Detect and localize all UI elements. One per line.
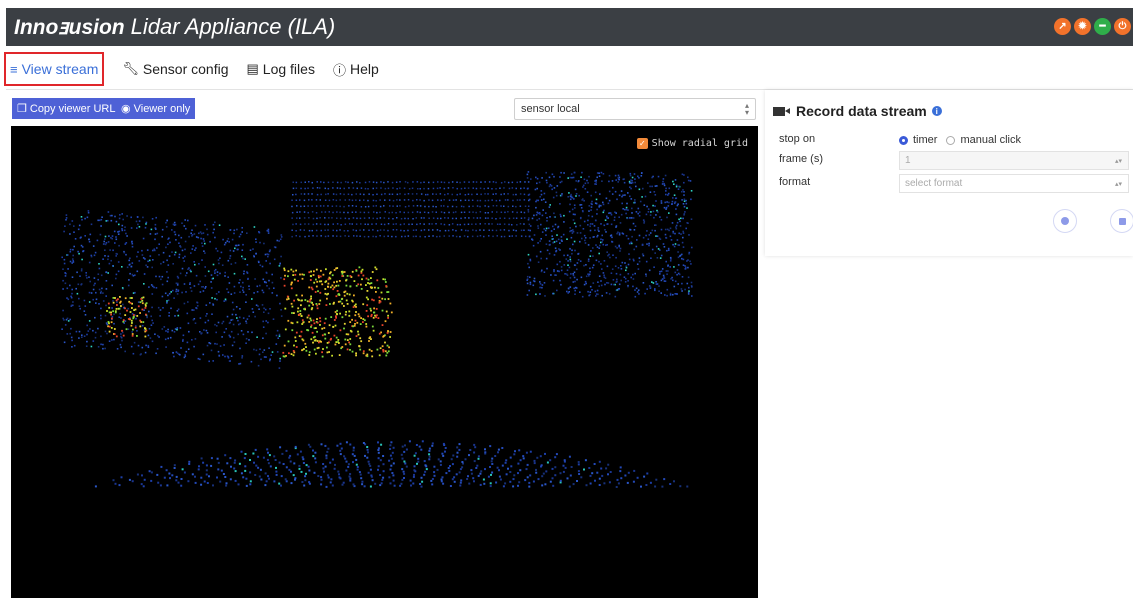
copy-viewer-url-label: Copy viewer URL <box>29 102 116 115</box>
nav-label: Help <box>349 61 379 77</box>
sensor-select[interactable]: sensor local ▴ ▾ <box>514 98 756 120</box>
record-title-text: Record data stream <box>796 103 927 119</box>
format-select[interactable]: select format ▴▾ <box>899 174 1129 193</box>
record-title: Record data stream i <box>773 103 942 119</box>
manual-click-option-label: manual click <box>960 134 1021 146</box>
info-icon: ⓘ <box>332 62 346 78</box>
nav-view-stream[interactable]: ≡ View stream <box>4 52 105 86</box>
stop-icon <box>1118 217 1126 225</box>
format-label: format <box>779 176 811 188</box>
wrench-icon: 🔧︎ <box>122 61 139 76</box>
select-arrows-icon: ▴▾ <box>1114 180 1122 188</box>
sensor-select-value: sensor local <box>521 103 580 115</box>
nav-label: Sensor config <box>142 61 229 77</box>
nav-sensor-config[interactable]: 🔧︎ Sensor config <box>122 61 228 77</box>
status-icons: ↗ ✹ ━ ⏻ <box>1054 18 1131 35</box>
brand: Innoⱻusion Lidar Appliance (ILA) <box>14 14 335 40</box>
stop-on-label: stop on <box>779 133 816 145</box>
plug-icon[interactable]: ━ <box>1094 18 1111 35</box>
sun-icon[interactable]: ✹ <box>1074 18 1091 35</box>
radial-grid-toggle[interactable]: ✓ Show radial grid <box>636 138 748 149</box>
stream-panel: ❐ Copy viewer URL ◉ Viewer only sensor l… <box>6 90 764 598</box>
radial-grid-label: Show radial grid <box>651 138 748 149</box>
manual-click-radio[interactable] <box>946 135 956 145</box>
point-cloud-canvas[interactable] <box>11 126 758 598</box>
viewer-only-label: Viewer only <box>133 102 191 115</box>
stepper-icon: ▴▾ <box>1114 157 1122 165</box>
format-placeholder: select format <box>905 178 963 189</box>
radial-grid-checkbox[interactable]: ✓ <box>636 138 648 149</box>
copy-icon: ❐ <box>17 103 27 115</box>
power-icon[interactable]: ⏻ <box>1114 18 1131 35</box>
start-record-button[interactable] <box>1053 209 1077 233</box>
select-arrows-icon: ▴▾ <box>744 101 749 117</box>
nav-label: View stream <box>21 61 99 77</box>
timer-radio[interactable] <box>899 135 908 145</box>
main-nav: ≡ View stream 🔧︎ Sensor config ▤ Log fil… <box>4 50 1133 88</box>
nav-label: Log files <box>262 61 315 77</box>
brand-logo: Innoⱻusion <box>14 16 125 39</box>
stop-record-button[interactable] <box>1110 209 1133 233</box>
point-cloud-viewer[interactable]: ✓ Show radial grid <box>11 126 758 598</box>
frames-label: frame (s) <box>779 153 823 165</box>
nav-log-files[interactable]: ▤ Log files <box>247 61 315 77</box>
video-camera-icon <box>773 106 790 116</box>
file-icon: ▤ <box>246 61 259 76</box>
stream-icon: ≡ <box>10 61 18 77</box>
eye-icon: ◉ <box>121 103 131 115</box>
frames-input[interactable]: 1 ▴▾ <box>899 151 1129 170</box>
nav-help[interactable]: ⓘ Help <box>333 60 379 79</box>
viewer-only-button[interactable]: ◉ Viewer only <box>116 98 196 119</box>
rocket-icon[interactable]: ↗ <box>1054 18 1071 35</box>
info-icon[interactable]: i <box>931 106 942 116</box>
record-panel: Record data stream i stop on timer manua… <box>765 90 1133 256</box>
app-header: Innoⱻusion Lidar Appliance (ILA) ↗ ✹ ━ ⏻ <box>6 8 1133 46</box>
record-icon <box>1061 217 1069 225</box>
copy-viewer-url-button[interactable]: ❐ Copy viewer URL <box>12 98 121 119</box>
stop-on-options: timer manual click <box>899 134 1021 146</box>
frames-value: 1 <box>905 155 911 166</box>
app-title: Lidar Appliance (ILA) <box>130 14 336 39</box>
timer-option-label: timer <box>913 134 938 146</box>
